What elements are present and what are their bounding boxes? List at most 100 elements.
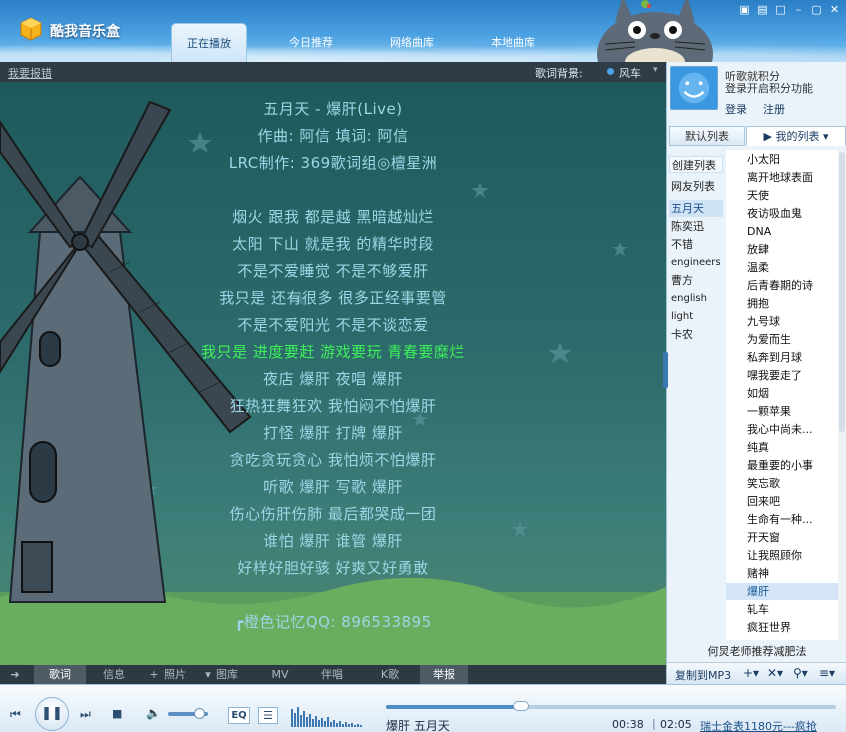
playlist-item[interactable]: 曹方 [669,272,723,289]
song-item[interactable]: 回来吧 [726,493,838,510]
add-icon[interactable]: +▾ [743,666,759,680]
recommend-link[interactable]: 何炅老师推荐减肥法 [667,642,846,662]
song-item[interactable]: 天使 [726,187,838,204]
spectrum-visualizer [291,707,362,727]
skin-icon[interactable]: ▣ [736,3,753,18]
time-separator: | [652,717,656,730]
lyrics-display: 五月天 - 爆肝(Live) 作曲: 阿信 填词: 阿信 LRC制作: 369歌… [0,82,666,665]
playlist-toggle-icon[interactable]: ☰ [258,707,278,724]
lyric-line: 作曲: 阿信 填词: 阿信 [257,127,409,145]
tab-karaoke[interactable]: K歌 [370,665,410,684]
title-bar: 酷我音乐盒 正在播放 今日推荐 网络曲库 本地曲库 ▣ ▤ □ – ▢ ✕ [0,0,846,62]
maximize-icon[interactable]: ▢ [808,3,825,18]
pause-button[interactable]: ❚❚ [35,697,69,731]
arrow-right-icon[interactable]: ➜ [2,665,28,684]
song-item[interactable]: 赌神 [726,565,838,582]
song-item[interactable]: 生命有一种... [726,511,838,528]
tab-mv[interactable]: MV [262,665,298,684]
login-link[interactable]: 登录 [725,101,747,117]
song-item[interactable]: 轧车 [726,601,838,618]
tab-local-library[interactable]: 本地曲库 [475,23,551,62]
song-item[interactable]: 如烟 [726,385,838,402]
song-item[interactable]: 夜访吸血鬼 [726,205,838,222]
menu-icon[interactable]: ▤ [754,3,771,18]
delete-icon[interactable]: ✕▾ [767,666,783,680]
song-item[interactable]: 最重要的小事 [726,457,838,474]
equalizer-button[interactable]: EQ [228,707,250,724]
copy-to-mp3-button[interactable]: 复制到MP3 [675,667,731,683]
song-item[interactable]: 开天窗 [726,529,838,546]
tab-photos[interactable]: 照片 [158,665,192,684]
playlist-toolbar: 复制到MP3 +▾ ✕▾ ⚲▾ ≡▾ [667,662,846,684]
playlist-item[interactable]: 陈奕迅 [669,218,723,235]
tab-gallery[interactable]: 图库 [212,665,242,684]
lyric-line: 谁怕 爆肝 谁管 爆肝 [263,532,403,550]
song-item[interactable]: 私奔到月球 [726,349,838,366]
ad-link[interactable]: 瑞士金表1180元---疯抢 [700,718,830,732]
volume-icon[interactable]: 🔈 [146,706,161,720]
tab-report[interactable]: 举报 [420,665,468,684]
app-title: 酷我音乐盒 [50,24,120,40]
friend-list-item[interactable]: 网友列表 [669,178,723,195]
avatar[interactable] [670,66,718,110]
song-item[interactable]: 我心中尚未... [726,421,838,438]
song-item[interactable]: 小太阳 [726,151,838,168]
song-item[interactable]: 拥抱 [726,295,838,312]
tab-now-playing[interactable]: 正在播放 [171,23,247,62]
tab-accompany[interactable]: 伴唱 [312,665,352,684]
playlist-item[interactable]: 卡农 [669,326,723,343]
playlist-item[interactable]: 不错 [669,236,723,253]
progress-slider-knob[interactable] [513,701,529,711]
playlist-item[interactable]: english [669,290,723,307]
tab-today-recommend[interactable]: 今日推荐 [273,23,349,62]
previous-icon[interactable]: ⏮ [10,707,21,722]
search-icon[interactable]: ⚲▾ [793,666,808,680]
lyric-line: 不是不爱阳光 不是不谈恋爱 [237,316,429,334]
playlist-panel: 听歌就积分 登录开启积分功能 登录 注册 默认列表 ▶ 我的列表 ▾ 创建列表 … [663,62,846,684]
progress-fill [386,705,521,709]
song-item[interactable]: 疯狂世界 [726,619,838,636]
song-item[interactable]: 后青春期的诗 [726,277,838,294]
song-item[interactable]: 离开地球表面 [726,169,838,186]
scrollbar-thumb[interactable] [839,152,845,432]
song-item[interactable]: 放肆 [726,241,838,258]
menu-icon[interactable]: ≡▾ [819,666,835,680]
volume-slider-knob[interactable] [194,708,205,719]
tab-online-library[interactable]: 网络曲库 [374,23,450,62]
create-list-button[interactable]: 创建列表 [669,156,723,173]
tab-lyrics[interactable]: 歌词 [34,665,86,684]
register-link[interactable]: 注册 [763,101,785,117]
totoro-skin-image [597,0,713,62]
song-item[interactable]: 笑忘歌 [726,475,838,492]
song-item[interactable]: 九号球 [726,313,838,330]
mini-mode-icon[interactable]: □ [772,3,789,18]
playlist-item[interactable]: 五月天 [669,200,723,217]
chevron-down-icon[interactable]: ▾ [653,65,658,75]
song-item[interactable]: 让我照顾你 [726,547,838,564]
song-item-playing[interactable]: 爆肝 [726,583,838,600]
song-item[interactable]: 为爱而生 [726,331,838,348]
app-logo-icon [20,17,42,41]
lyric-line: 不是不爱睡觉 不是不够爱肝 [237,262,429,280]
minimize-icon[interactable]: – [790,3,807,18]
tab-my-list[interactable]: ▶ 我的列表 ▾ [746,126,846,146]
song-item[interactable]: 温柔 [726,259,838,276]
song-item[interactable]: 一颗苹果 [726,403,838,420]
report-error-link[interactable]: 我要报错 [8,65,52,81]
song-item[interactable]: 纯真 [726,439,838,456]
close-icon[interactable]: ✕ [826,3,843,18]
tab-default-list[interactable]: 默认列表 [669,126,745,146]
lyrics-bg-select[interactable]: 风车 [619,65,641,81]
song-item[interactable]: 嘿我要走了 [726,367,838,384]
lyrics-status-bar: 我要报错 歌词背景: 风车 ▾ [0,62,666,82]
song-item[interactable]: DNA [726,223,838,240]
lyric-line: ┏橙色记忆QQ: 896533895 [234,613,432,631]
playlist-item[interactable]: engineers [669,254,723,271]
lyric-line: 好样好胆好骇 好爽又好勇敢 [237,559,429,577]
time-current: 00:38 [612,718,644,731]
tab-info[interactable]: 信息 [92,665,136,684]
playlist-item[interactable]: light [669,308,723,325]
next-icon[interactable]: ⏭ [80,707,91,722]
stop-icon[interactable]: ■ [112,707,122,720]
lyric-line: LRC制作: 369歌词组◎檀星洲 [228,154,438,172]
